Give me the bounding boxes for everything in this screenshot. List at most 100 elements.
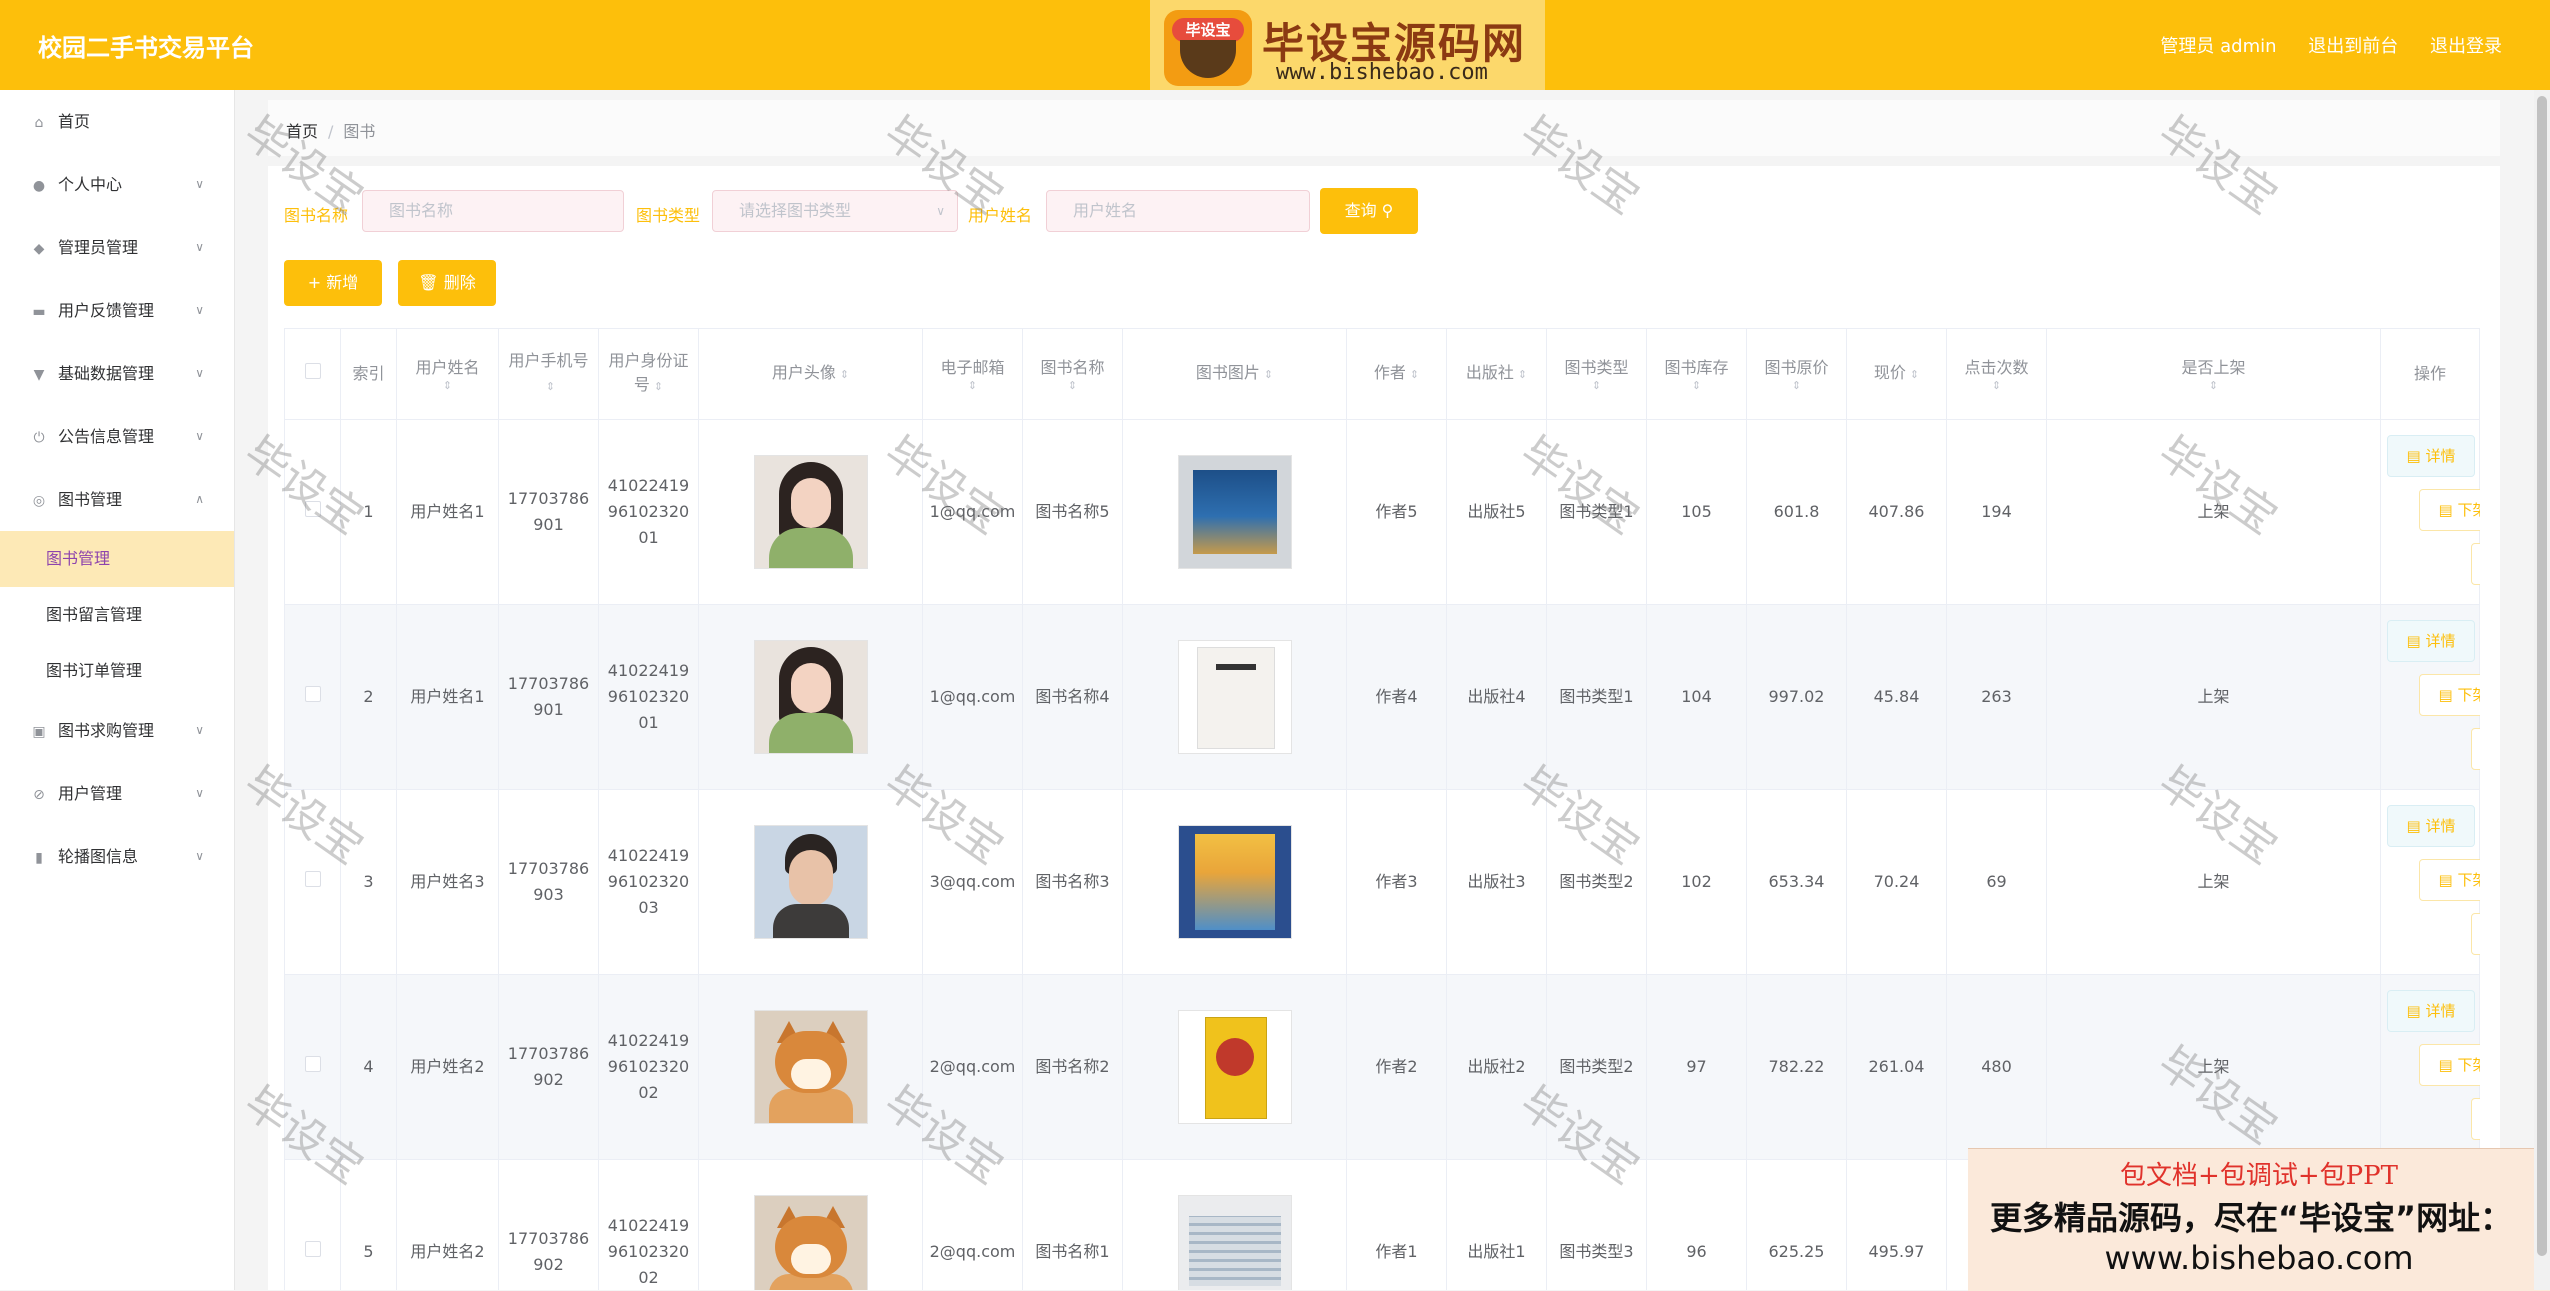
reduce-stock-button[interactable]: ⊙ 减少库存 [2471,913,2480,955]
row-checkbox[interactable] [304,1241,321,1257]
sidebar-subitem-book-orders[interactable]: 图书订单管理 [0,643,234,699]
col-clicks[interactable]: 点击次数 ⇕ [1946,328,2047,420]
book-type-select[interactable]: 请选择图书类型 ∨ [712,190,958,232]
detail-button[interactable]: ▤ 详情 [2387,805,2475,847]
cell-author: 作者4 [1346,604,1447,790]
row-checkbox[interactable] [304,1056,321,1072]
detail-button-label: 详情 [2425,817,2456,835]
sidebar-item-personal-center[interactable]: ● 个人中心 ∨ [0,153,234,216]
breadcrumb-home[interactable]: 首页 [286,122,318,141]
book-name-input[interactable]: 图书名称 [362,190,624,232]
col-author[interactable]: 作者 ⇕ [1346,328,1447,420]
cell-user-name: 用户姓名1 [396,604,499,790]
off-shelf-button[interactable]: ▤ 下架 [2419,674,2480,716]
sidebar-item-book-purchase-request[interactable]: ▣ 图书求购管理 ∨ [0,699,234,762]
delete-selected-button[interactable]: 🗑 删除 [398,260,496,306]
col-avatar[interactable]: 用户头像 ⇕ [698,328,923,420]
col-id-card[interactable]: 用户身份证号 ⇕ [598,328,699,420]
top-header: 校园二手书交易平台 毕设宝 毕设宝源码网 www.bishebao.com 管理… [0,0,2550,90]
table-row: 3 用户姓名3 17703786903 410224199610232003 3@qq.… [284,789,2480,975]
row-checkbox[interactable] [304,871,321,887]
col-book-name-label: 图书名称 [1040,358,1105,377]
book-cover-image[interactable] [1177,640,1292,754]
row-checkbox[interactable] [304,686,321,702]
col-on-shelf[interactable]: 是否上架 ⇕ [2046,328,2381,420]
row-select-cell [284,974,341,1160]
page-scrollbar[interactable] [2534,90,2550,1290]
sort-icon: ⇕ [839,368,850,381]
col-book-type[interactable]: 图书类型 ⇕ [1546,328,1647,420]
cell-index: 5 [340,1159,397,1290]
sidebar-item-admin-management[interactable]: ◆ 管理员管理 ∨ [0,216,234,279]
off-shelf-button[interactable]: ▤ 下架 [2419,859,2480,901]
cell-original-price: 625.25 [1746,1159,1847,1290]
monitor-icon: ▬ [32,304,46,320]
col-email[interactable]: 电子邮箱 ⇕ [922,328,1023,420]
document-icon: ▤ [2438,501,2458,519]
sidebar-item-feedback-management[interactable]: ▬ 用户反馈管理 ∨ [0,279,234,342]
book-cover-image[interactable] [1177,455,1292,569]
reduce-stock-button[interactable]: ⊙ 减少库存 [2471,1098,2480,1140]
col-user-name[interactable]: 用户姓名 ⇕ [396,328,499,420]
user-avatar[interactable] [753,1195,868,1290]
sidebar-subitem-book-messages[interactable]: 图书留言管理 [0,587,234,643]
col-book-name[interactable]: 图书名称 ⇕ [1022,328,1123,420]
sidebar-item-carousel-info[interactable]: ▮ 轮播图信息 ∨ [0,825,234,888]
cell-stock: 104 [1646,604,1747,790]
sidebar-item-user-management[interactable]: ⊘ 用户管理 ∨ [0,762,234,825]
sidebar-item-basic-data-management[interactable]: ▼ 基础数据管理 ∨ [0,342,234,405]
off-shelf-button[interactable]: ▤ 下架 [2419,1044,2480,1086]
book-cover-image[interactable] [1177,1195,1292,1290]
exit-to-frontend-link[interactable]: 退出到前台 [2308,36,2398,57]
cell-ops: ▤ 详情✎ 修改🗑 删除▤ 下架⊙ 增加库存⊙ 减少库存 [2380,974,2480,1160]
feather-icon: ⊘ [33,787,45,803]
user-avatar[interactable] [753,640,868,754]
cell-index: 4 [340,974,397,1160]
col-book-image[interactable]: 图书图片 ⇕ [1122,328,1347,420]
detail-button[interactable]: ▤ 详情 [2387,435,2475,477]
user-avatar[interactable] [753,455,868,569]
reduce-stock-button[interactable]: ⊙ 减少库存 [2471,728,2480,770]
cell-stock: 102 [1646,789,1747,975]
book-cover-image[interactable] [1177,825,1292,939]
reduce-stock-button[interactable]: ⊙ 减少库存 [2471,543,2480,585]
sidebar-item-home[interactable]: ⌂ 首页 [0,90,234,153]
cell-avatar [698,789,923,975]
book-table: 索引 用户姓名 ⇕ 用户手机号⇕ 用户身份证号 ⇕ 用户头像 ⇕ 电子邮箱 ⇕ 图书名称… [284,328,2480,1290]
row-select-cell [284,1159,341,1290]
cell-publisher: 出版社1 [1446,1159,1547,1290]
scrollbar-thumb[interactable] [2537,96,2547,1256]
off-shelf-button[interactable]: ▤ 下架 [2419,489,2480,531]
user-avatar[interactable] [753,1010,868,1124]
col-publisher[interactable]: 出版社 ⇕ [1446,328,1547,420]
sidebar-item-book-management[interactable]: ◎ 图书管理 ∧ [0,468,234,531]
cell-id-card: 410224199610232003 [598,789,699,975]
detail-button[interactable]: ▤ 详情 [2387,990,2475,1032]
sidebar-item-notice-management[interactable]: ⏻ 公告信息管理 ∨ [0,405,234,468]
cell-price: 70.24 [1846,789,1947,975]
col-phone[interactable]: 用户手机号 ⇕ [498,328,599,420]
user-name-input[interactable]: 用户姓名 [1046,190,1310,232]
col-price[interactable]: 现价 ⇕ [1846,328,1947,420]
user-avatar[interactable] [753,825,868,939]
chevron-down-icon: ∨ [195,723,204,737]
detail-button[interactable]: ▤ 详情 [2387,620,2475,662]
add-button[interactable]: + 新增 [284,260,382,306]
query-button[interactable]: 查询 ⚲ [1320,188,1418,234]
breadcrumb-current: 图书 [343,122,376,141]
sort-icon: ⇕ [1517,368,1528,381]
promo-banner[interactable]: 包文档+包调试+包PPT 更多精品源码，尽在“毕设宝”网址： www.bishe… [1968,1148,2550,1291]
admin-user-link[interactable]: 管理员 admin [2160,36,2276,57]
col-original-price[interactable]: 图书原价 ⇕ [1746,328,1847,420]
book-cover-image[interactable] [1177,1010,1292,1124]
cell-book-name: 图书名称5 [1022,419,1123,605]
sidebar-subitem-book-management[interactable]: 图书管理 [0,531,234,587]
document-icon: ▤ [2406,447,2426,465]
logout-link[interactable]: 退出登录 [2430,36,2502,57]
sort-icon: ⇕ [545,380,556,393]
col-stock[interactable]: 图书库存 ⇕ [1646,328,1747,420]
select-all-checkbox[interactable] [304,363,321,379]
table-header-row: 索引 用户姓名 ⇕ 用户手机号⇕ 用户身份证号 ⇕ 用户头像 ⇕ 电子邮箱 ⇕ 图书名称… [284,328,2480,420]
row-checkbox[interactable] [304,501,321,517]
chevron-down-icon: ∨ [195,366,204,380]
